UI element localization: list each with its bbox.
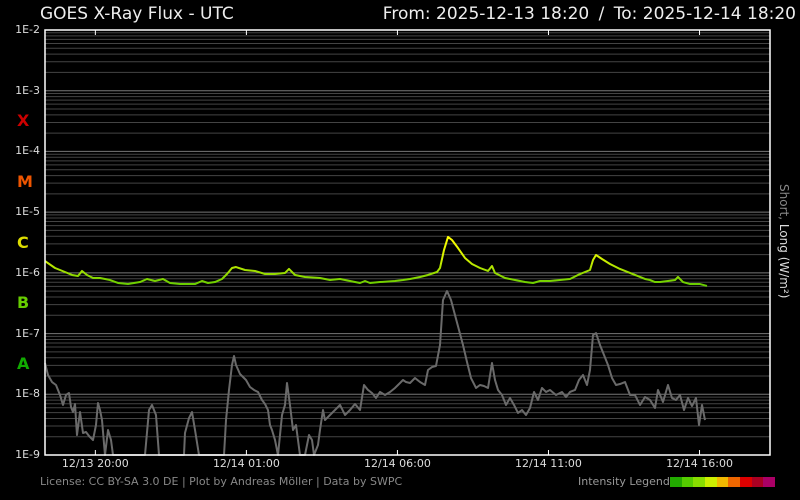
y-tick-label: 1E-8 (15, 387, 40, 401)
x-tick-label: 12/14 16:00 (666, 457, 733, 470)
credits: License: CC BY-SA 3.0 DE | Plot by Andre… (40, 475, 403, 488)
long-label: Long (W/m²) (777, 223, 791, 299)
y-tick-label: 1E-2 (15, 23, 40, 36)
y-tick-label: 1E-7 (15, 326, 40, 340)
y-tick-label: 1E-6 (15, 265, 40, 279)
y-tick-label: 1E-5 (15, 205, 40, 219)
legend-swatch (681, 476, 694, 487)
legend-swatch (763, 476, 775, 487)
legend-swatch (751, 476, 764, 487)
legend-swatch (728, 476, 740, 487)
y-axis-unit: Short, Long (W/m²) (777, 184, 791, 298)
legend-label: Intensity Legend (578, 475, 670, 488)
plot-area (44, 29, 771, 456)
legend-swatch (669, 476, 682, 487)
flare-class-c: C (17, 232, 29, 252)
x-tick-label: 12/14 01:00 (212, 457, 280, 470)
flare-class-x: X (17, 111, 30, 131)
short-label: Short, (777, 184, 791, 221)
flare-class-m: M (17, 171, 33, 191)
legend-swatch (693, 476, 705, 487)
y-tick-label: 1E-9 (15, 448, 40, 461)
flare-class-a: A (17, 353, 30, 373)
y-tick-label: 1E-4 (15, 144, 40, 158)
x-tick-label: 12/14 06:00 (363, 457, 431, 470)
legend-color-bar (669, 476, 775, 487)
flare-class-b: B (17, 293, 30, 313)
x-tick-label: 12/13 20:00 (61, 457, 129, 470)
legend-swatch (716, 476, 729, 487)
legend-swatch (739, 476, 752, 487)
y-tick-label: 1E-3 (15, 83, 40, 97)
legend-swatch (704, 476, 717, 487)
x-tick-label: 12/14 11:00 (515, 457, 582, 470)
intensity-legend: Intensity Legend (578, 475, 775, 488)
